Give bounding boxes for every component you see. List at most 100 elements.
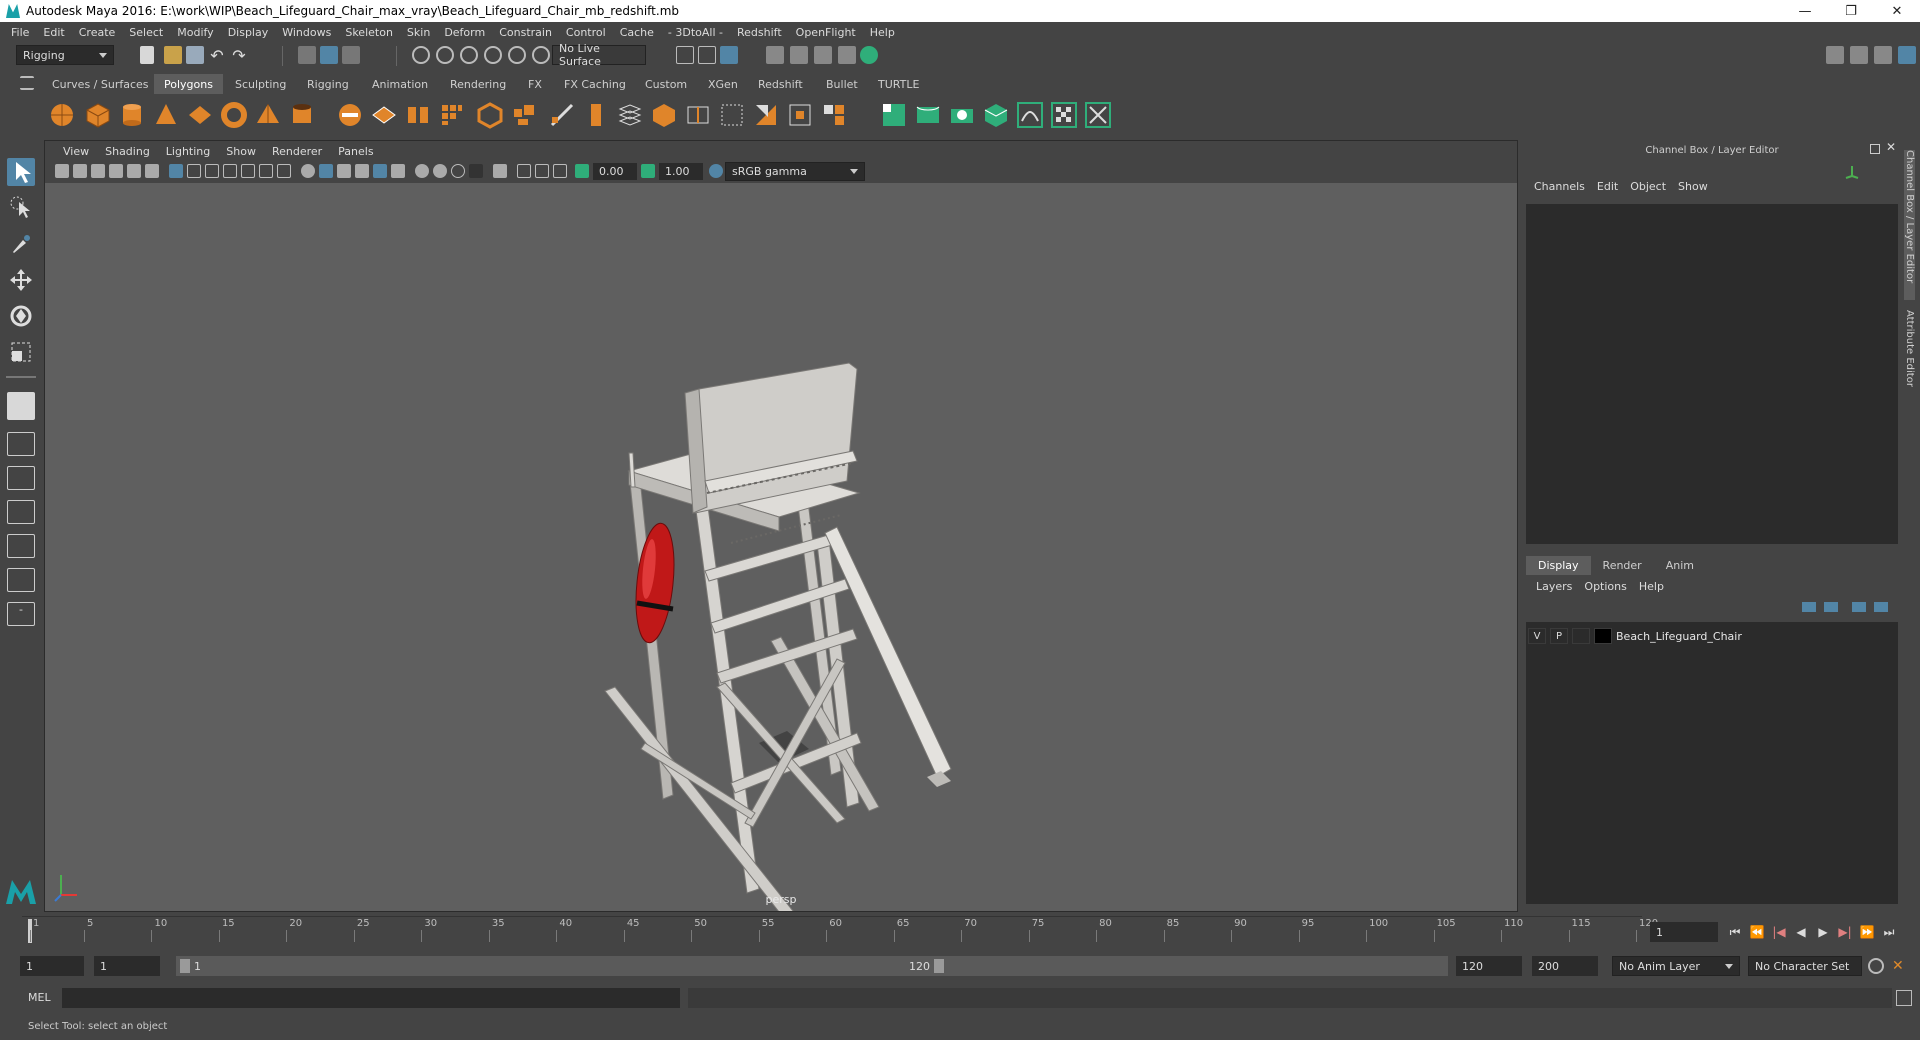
gate-mask-icon[interactable] [223, 164, 237, 178]
uv-planar-icon[interactable] [880, 101, 908, 129]
single-perspective-layout-icon[interactable] [7, 392, 35, 420]
color-space-dropdown[interactable]: sRGB gamma [725, 162, 865, 181]
input-ops-icon[interactable] [676, 46, 694, 64]
vp-menu-panels[interactable]: Panels [330, 145, 381, 158]
output-ops-icon[interactable] [698, 46, 716, 64]
menuset-dropdown[interactable]: Rigging [16, 45, 114, 65]
command-input[interactable] [62, 988, 680, 1008]
lifeguard-chair-model[interactable] [45, 183, 1517, 911]
channel-box-toggle-icon[interactable] [1898, 46, 1916, 64]
close-button[interactable]: ✕ [1874, 0, 1920, 22]
snap-curve-icon[interactable] [436, 46, 454, 64]
select-tool-icon[interactable] [7, 158, 35, 186]
layer-display-type-toggle[interactable] [1572, 628, 1590, 644]
new-empty-layer-icon[interactable] [1852, 602, 1866, 612]
uv-layout-icon[interactable] [1084, 101, 1112, 129]
save-scene-icon[interactable] [186, 46, 204, 64]
tab-render[interactable]: Render [1591, 556, 1654, 575]
current-frame-field[interactable]: 1 [1650, 922, 1718, 942]
side-tab-channel-box[interactable]: Channel Box / Layer Editor [1904, 150, 1915, 300]
menu-create[interactable]: Create [72, 26, 123, 39]
layer-color-swatch[interactable] [1594, 628, 1612, 644]
select-component-icon[interactable] [342, 46, 360, 64]
render-current-icon[interactable] [790, 46, 808, 64]
select-object-icon[interactable] [320, 46, 338, 64]
lasso-tool-icon[interactable] [7, 194, 35, 222]
tab-xgen[interactable]: XGen [698, 74, 748, 94]
resolution-gate-icon[interactable] [205, 164, 219, 178]
tab-curves-surfaces[interactable]: Curves / Surfaces [42, 74, 159, 94]
gamma-icon[interactable] [641, 164, 655, 178]
range-slider[interactable]: 1 120 [176, 956, 948, 976]
layer-visibility-toggle[interactable]: V [1528, 628, 1546, 644]
bridge-icon[interactable] [548, 101, 576, 129]
play-forwards-button[interactable]: ▶ [1814, 924, 1832, 940]
snap-point-icon[interactable] [460, 46, 478, 64]
auto-key-icon[interactable] [1868, 958, 1884, 974]
move-layer-up-icon[interactable] [1802, 602, 1816, 612]
depth-of-field-icon[interactable] [469, 164, 483, 178]
shadows-icon[interactable] [391, 164, 405, 178]
combine-icon[interactable] [336, 101, 364, 129]
uv-spherical-icon[interactable] [948, 101, 976, 129]
grid-toggle-icon[interactable] [169, 164, 183, 178]
playback-end-field[interactable]: 120 [1456, 956, 1522, 976]
tab-redshift[interactable]: Redshift [748, 74, 813, 94]
uv-checker-icon[interactable] [1050, 101, 1078, 129]
tab-anim[interactable]: Anim [1654, 556, 1706, 575]
smooth-icon[interactable] [438, 101, 466, 129]
le-menu-options[interactable]: Options [1584, 580, 1638, 593]
rotate-tool-icon[interactable] [7, 302, 35, 330]
snap-grid-icon[interactable] [412, 46, 430, 64]
animation-preferences-icon[interactable]: ✕ [1892, 958, 1908, 974]
poly-pyramid-icon[interactable] [254, 101, 282, 129]
extract-icon[interactable] [404, 101, 432, 129]
step-back-frame-button[interactable]: |◀ [1770, 924, 1788, 940]
step-back-key-button[interactable]: ⏪ [1748, 924, 1766, 940]
vp-menu-renderer[interactable]: Renderer [264, 145, 330, 158]
snap-view-plane-icon[interactable] [484, 46, 502, 64]
tab-animation[interactable]: Animation [362, 74, 438, 94]
menu-openflight[interactable]: OpenFlight [789, 26, 863, 39]
tab-display[interactable]: Display [1526, 556, 1591, 575]
uv-cylindrical-icon[interactable] [914, 101, 942, 129]
four-view-layout-icon[interactable] [7, 432, 35, 456]
step-forward-frame-button[interactable]: ▶| [1836, 924, 1854, 940]
smooth-shade-icon[interactable] [319, 164, 333, 178]
script-editor-icon[interactable] [1896, 990, 1912, 1006]
construction-history-icon[interactable] [720, 46, 738, 64]
bevel-icon[interactable] [476, 101, 504, 129]
mirror-icon[interactable] [752, 101, 780, 129]
render-settings-icon[interactable] [838, 46, 856, 64]
multi-cut-icon[interactable] [616, 101, 644, 129]
manipulator-icon[interactable] [1842, 164, 1862, 180]
vp-menu-show[interactable]: Show [218, 145, 264, 158]
cb-menu-show[interactable]: Show [1676, 180, 1718, 193]
xray-icon[interactable] [517, 164, 531, 178]
menu-file[interactable]: File [4, 26, 36, 39]
step-forward-key-button[interactable]: ⏩ [1858, 924, 1876, 940]
new-scene-icon[interactable] [140, 46, 154, 64]
tab-sculpting[interactable]: Sculpting [225, 74, 296, 94]
new-layer-selected-icon[interactable] [1874, 602, 1888, 612]
layer-row[interactable]: V P Beach_Lifeguard_Chair [1528, 626, 1894, 646]
menu-control[interactable]: Control [559, 26, 613, 39]
separate-icon[interactable] [370, 101, 398, 129]
tab-fx-caching[interactable]: FX Caching [554, 74, 636, 94]
render-view-icon[interactable] [766, 46, 784, 64]
open-scene-icon[interactable] [164, 46, 182, 64]
persp-outliner-layout-icon[interactable] [7, 500, 35, 524]
character-set-dropdown[interactable]: No Character Set [1748, 956, 1862, 976]
snap-surface-icon[interactable] [508, 46, 526, 64]
menu-modify[interactable]: Modify [170, 26, 220, 39]
close-panel-icon[interactable]: ✕ [1886, 140, 1896, 154]
two-d-pan-zoom-icon[interactable] [127, 164, 141, 178]
minimize-button[interactable]: — [1782, 0, 1828, 22]
live-surface-field[interactable]: No Live Surface [552, 42, 646, 68]
anim-layer-dropdown[interactable]: No Anim Layer [1612, 956, 1740, 976]
menu-skeleton[interactable]: Skeleton [338, 26, 400, 39]
outliner-toggle-icon[interactable] [1874, 46, 1892, 64]
menu-3dtoall[interactable]: - 3DtoAll - [661, 26, 730, 39]
reduce-icon[interactable] [820, 101, 848, 129]
menu-constrain[interactable]: Constrain [492, 26, 559, 39]
